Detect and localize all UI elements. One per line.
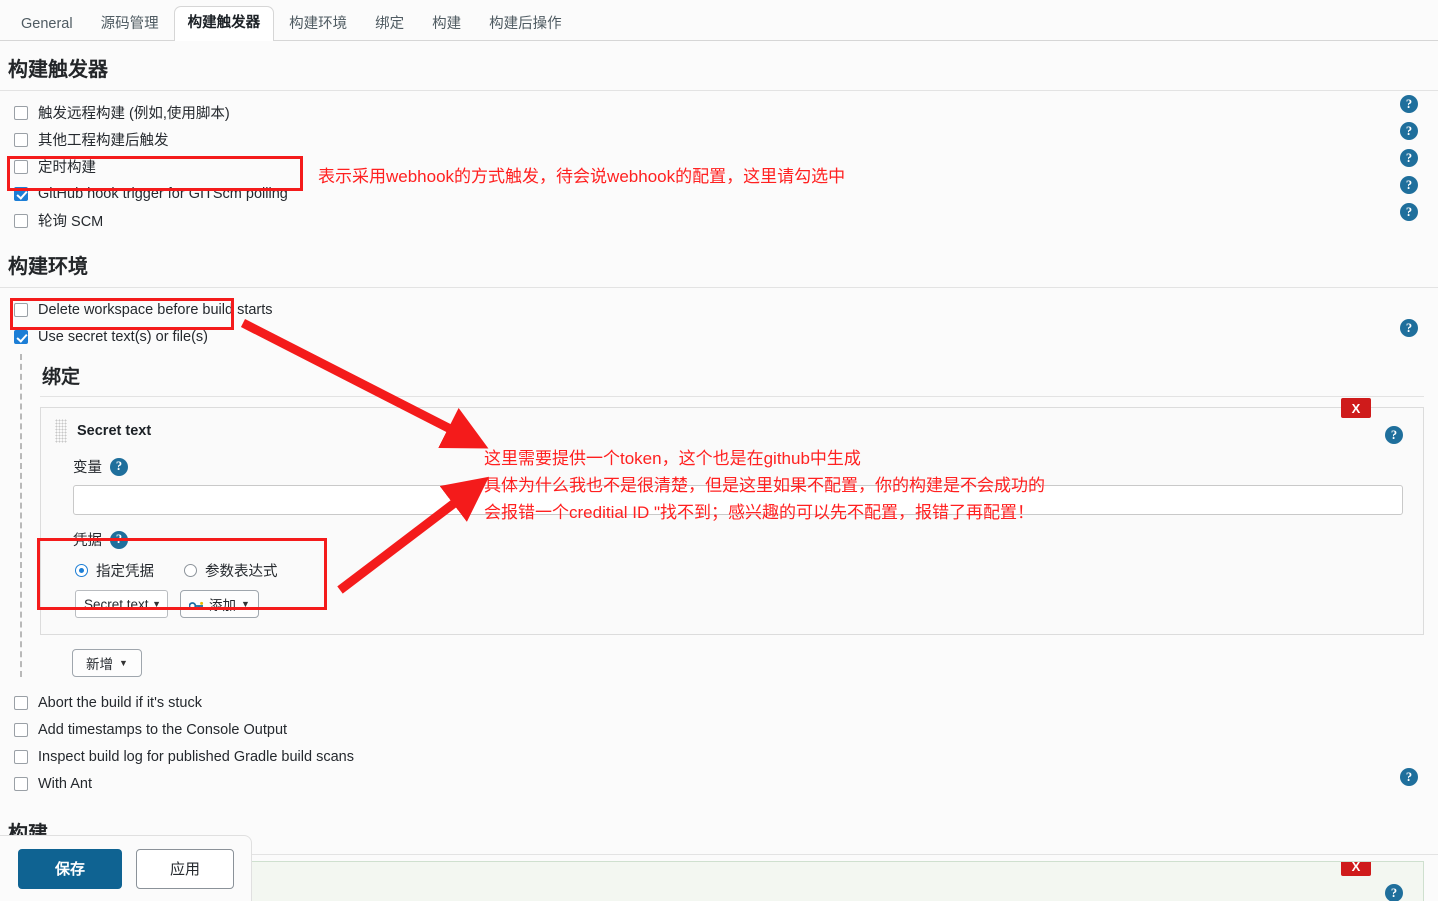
checkbox[interactable] [14,776,28,791]
section-title-build-environment: 构建环境 [0,238,1438,288]
checkbox[interactable] [14,722,28,737]
checkbox[interactable] [14,159,28,174]
help-icon-trigger-4[interactable]: ? [1400,203,1418,221]
secret-text-title: Secret text [77,423,152,439]
help-icon-build-step[interactable]: ? [1385,884,1403,901]
checkbox-row[interactable]: Delete workspace before build starts [0,296,1438,323]
add-credential-label: 添加 [209,598,236,613]
extra-options-list: Abort the build if it's stuck Add timesta… [0,677,1438,801]
checkbox[interactable] [14,105,28,120]
tab-4[interactable]: 绑定 [362,9,417,42]
credential-select-value: Secret text [84,596,149,612]
tab-3[interactable]: 构建环境 [276,9,360,42]
help-icon-trigger-2[interactable]: ? [1400,149,1418,167]
secret-text-panel-header: Secret text [41,419,1423,443]
help-icon-credential[interactable]: ? [110,530,128,549]
checkbox-row[interactable]: Abort the build if it's stuck [0,689,1438,716]
delete-build-step-button[interactable]: X [1341,862,1371,876]
checkbox[interactable] [14,695,28,710]
add-chevron-down-icon: ▼ [241,599,250,609]
checkbox[interactable] [14,132,28,147]
checkbox[interactable] [14,749,28,764]
checkbox[interactable] [14,302,28,317]
delete-secret-binding-button[interactable]: X [1341,398,1371,418]
checkbox-label: Abort the build if it's stuck [38,694,202,711]
checkbox-checked[interactable] [14,329,28,344]
help-icon-trigger-3[interactable]: ? [1400,176,1418,194]
checkbox-row[interactable]: 轮询 SCM [0,207,1438,234]
radio-specified-credential-label: 指定凭据 [96,564,154,580]
build-triggers-list: 触发远程构建 (例如,使用脚本) 其他工程构建后触发 定时构建 GitHub hook… [0,91,1438,238]
add-credential-button[interactable]: 添加 ▼ [180,590,259,618]
checkbox-label: 触发远程构建 (例如,使用脚本) [38,106,230,122]
credential-field-label: 凭据 ? [41,529,1423,550]
checkbox-label: Use secret text(s) or file(s) [38,328,208,345]
apply-button[interactable]: 应用 [136,848,234,889]
tab-bar: General 源码管理 构建触发器 构建环境 绑定 构建 构建后操作 [0,0,1438,42]
checkbox-label: Delete workspace before build starts [38,301,273,318]
help-icon-with-ant[interactable]: ? [1400,768,1418,786]
radio-parameter-expression-label: 参数表达式 [205,564,278,580]
add-binding-label: 新增 [86,657,114,672]
credential-mode-radios: 指定凭据 参数表达式 [41,560,1423,581]
checkbox-row[interactable]: With Ant [0,770,1438,797]
credential-controls: Secret text ▼ 添加 ▼ [41,590,1423,618]
credential-label-text: 凭据 [73,533,102,549]
chevron-down-icon: ▼ [152,599,161,609]
checkbox-row[interactable]: 其他工程构建后触发 [0,126,1438,153]
variable-field-label: 变量 ? [41,456,1423,477]
secret-text-panel: Secret text 变量 ? 凭据 ? 指定凭据 参数表达式 Secret … [40,398,1424,635]
checkbox-label: GitHub hook trigger for GITScm polling [38,185,288,202]
tab-6[interactable]: 构建后操作 [476,9,575,42]
section-title-binding: 绑定 [40,354,1424,397]
save-button[interactable]: 保存 [18,848,122,889]
form-action-bar: 保存 应用 [0,835,252,901]
tab-list: General 源码管理 构建触发器 构建环境 绑定 构建 构建后操作 [0,0,1438,42]
variable-label-text: 变量 [73,460,102,476]
checkbox[interactable] [14,213,28,228]
build-environment-list: Delete workspace before build starts Use … [0,288,1438,354]
drag-handle-icon[interactable] [55,419,67,443]
section-title-build-triggers: 构建触发器 [0,41,1438,91]
tab-1[interactable]: 源码管理 [88,9,172,42]
checkbox-label: 其他工程构建后触发 [38,133,169,149]
credential-select[interactable]: Secret text ▼ [75,590,168,618]
key-icon [188,599,204,610]
help-icon-use-secret[interactable]: ? [1400,319,1418,337]
help-icon-secret-binding[interactable]: ? [1385,426,1403,444]
tab-0[interactable]: General [8,9,86,42]
jenkins-config-page: General 源码管理 构建触发器 构建环境 绑定 构建 构建后操作 构建触发器 触发远程… [0,0,1438,901]
help-icon-trigger-1[interactable]: ? [1400,122,1418,140]
config-content: 构建触发器 触发远程构建 (例如,使用脚本) 其他工程构建后触发 定时构建 GitHu… [0,41,1438,901]
checkbox-label: 定时构建 [38,160,96,176]
variable-input[interactable] [73,485,1403,515]
checkbox-row[interactable]: Inspect build log for published Gradle b… [0,743,1438,770]
checkbox-checked[interactable] [14,186,28,201]
checkbox-label: Add timestamps to the Console Output [38,721,288,738]
help-icon-trigger-0[interactable]: ? [1400,95,1418,113]
tab-2[interactable]: 构建触发器 [173,5,275,42]
checkbox-label: 轮询 SCM [38,214,104,230]
new-chevron-down-icon: ▼ [119,658,128,668]
checkbox-label: With Ant [38,775,92,792]
binding-section: 绑定 Secret text 变量 ? 凭据 ? 指定凭据 参数表达式 Secr… [20,354,1438,677]
tab-5[interactable]: 构建 [419,9,474,42]
radio-specified-credential[interactable] [75,564,88,577]
checkbox-row[interactable]: Add timestamps to the Console Output [0,716,1438,743]
checkbox-label: Inspect build log for published Gradle b… [38,748,354,765]
checkbox-row[interactable]: GitHub hook trigger for GITScm polling [0,180,1438,207]
checkbox-row[interactable]: 触发远程构建 (例如,使用脚本) [0,99,1438,126]
checkbox-row[interactable]: Use secret text(s) or file(s) [0,323,1438,350]
radio-parameter-expression[interactable] [184,564,197,577]
add-binding-button[interactable]: 新增 ▼ [72,649,142,677]
checkbox-row[interactable]: 定时构建 [0,153,1438,180]
help-icon-variable[interactable]: ? [110,457,128,476]
